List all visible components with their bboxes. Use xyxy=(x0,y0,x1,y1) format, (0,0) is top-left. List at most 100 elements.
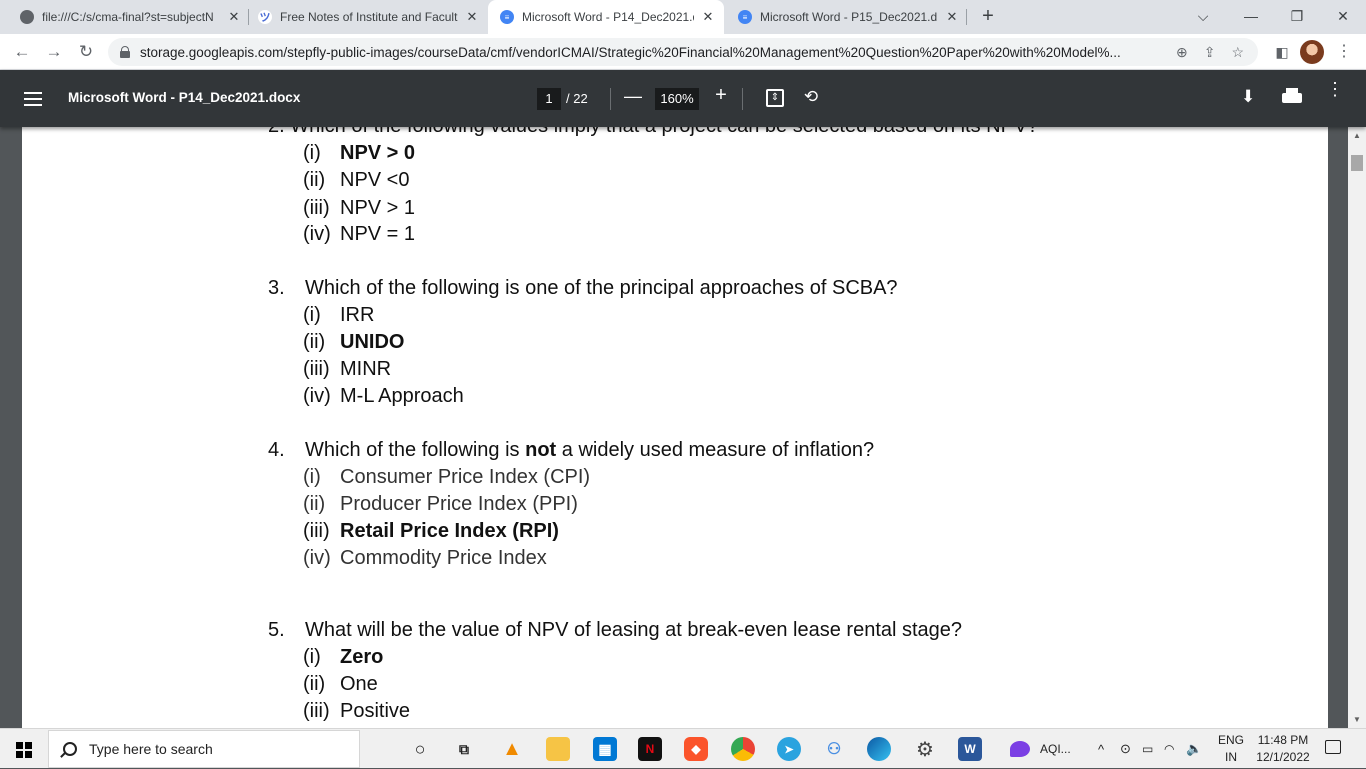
q3-option-1: (i) IRR xyxy=(303,304,374,327)
zoom-in-button[interactable]: + xyxy=(711,84,731,107)
question-text-part: Which of the following is xyxy=(305,439,526,461)
fit-page-icon[interactable]: ⇕ xyxy=(766,89,784,107)
tab-title: file:///C:/s/cma-final?st=subjectN xyxy=(42,10,214,24)
system-clock[interactable]: 11:48 PM 12/1/2022 xyxy=(1248,732,1318,766)
url-text: storage.googleapis.com/stepfly-public-im… xyxy=(140,44,1121,60)
onedrive-icon[interactable]: ⊙ xyxy=(1120,729,1131,769)
profile-avatar[interactable] xyxy=(1300,40,1324,64)
question-3-text: Which of the following is one of the pri… xyxy=(305,277,898,299)
telegram-icon[interactable]: ➤ xyxy=(777,737,801,761)
scrollbar-thumb[interactable] xyxy=(1351,155,1363,171)
option-numeral: (i) xyxy=(303,142,321,164)
option-text: Consumer Price Index (CPI) xyxy=(340,466,591,488)
rotate-icon[interactable]: ⟲ xyxy=(801,87,821,107)
print-icon[interactable] xyxy=(1282,88,1302,104)
page-number-input[interactable]: 1 xyxy=(537,88,561,110)
address-bar[interactable]: storage.googleapis.com/stepfly-public-im… xyxy=(108,38,1258,66)
option-numeral: (ii) xyxy=(303,331,326,353)
q4-option-3: (iii) Retail Price Index (RPI) xyxy=(303,520,559,543)
people-icon[interactable]: ⚇ xyxy=(822,737,846,761)
q4-option-4: (iv) Commodity Price Index xyxy=(303,547,547,570)
file-explorer-icon[interactable] xyxy=(546,737,570,761)
tab-free-notes[interactable]: ツ Free Notes of Institute and Facult ✕ xyxy=(258,0,480,34)
option-text: Retail Price Index (RPI) xyxy=(340,520,559,542)
globe-icon xyxy=(20,10,34,24)
scroll-up-arrow-icon[interactable]: ▲ xyxy=(1353,131,1361,140)
minimize-icon[interactable]: — xyxy=(1228,0,1274,34)
close-tab-icon[interactable]: ✕ xyxy=(700,9,716,25)
chrome-icon[interactable] xyxy=(731,737,755,761)
region-code: IN xyxy=(1225,750,1237,764)
close-tab-icon[interactable]: ✕ xyxy=(226,9,242,25)
tab-divider xyxy=(966,9,967,25)
tab-local-file[interactable]: file:///C:/s/cma-final?st=subjectN ✕ xyxy=(20,0,242,34)
bookmark-star-icon[interactable]: ☆ xyxy=(1231,44,1244,61)
option-text: NPV > 1 xyxy=(340,197,416,219)
option-text: NPV = 1 xyxy=(340,223,416,245)
start-windows-icon[interactable] xyxy=(16,742,32,758)
vertical-scrollbar[interactable]: ▲ ▼ xyxy=(1348,127,1366,728)
cortana-circle-icon[interactable]: ○ xyxy=(408,737,432,761)
option-numeral: (iii) xyxy=(303,358,330,380)
store-icon[interactable]: ▦ xyxy=(593,737,617,761)
battery-icon[interactable]: ▭ xyxy=(1142,729,1153,769)
speaker-icon[interactable]: 🔈 xyxy=(1186,729,1202,769)
new-tab-button[interactable]: + xyxy=(976,4,1000,28)
weather-blob-icon[interactable] xyxy=(1010,741,1030,757)
option-numeral: (iv) xyxy=(303,547,331,569)
share-icon[interactable]: ⇪ xyxy=(1204,44,1216,61)
question-text-emphasis: not xyxy=(525,439,557,461)
task-view-icon[interactable]: ⧉ xyxy=(452,737,476,761)
question-5-number: 5. xyxy=(268,619,285,641)
question-5-text: What will be the value of NPV of leasing… xyxy=(305,619,963,641)
close-tab-icon[interactable]: ✕ xyxy=(464,9,480,25)
option-text: Commodity Price Index xyxy=(340,547,547,569)
option-text: IRR xyxy=(340,304,375,326)
option-text: One xyxy=(340,673,378,695)
reload-icon[interactable]: ↻ xyxy=(72,38,100,66)
netflix-icon[interactable]: N xyxy=(638,737,662,761)
word-icon[interactable]: W xyxy=(958,737,982,761)
search-placeholder: Type here to search xyxy=(89,741,213,757)
brave-icon[interactable]: ◆ xyxy=(684,737,708,761)
download-icon[interactable]: ⬇ xyxy=(1241,87,1255,107)
tab-divider xyxy=(248,9,249,25)
close-tab-icon[interactable]: ✕ xyxy=(944,9,960,25)
tab-p15[interactable]: ≡ Microsoft Word - P15_Dec2021.d ✕ xyxy=(738,0,960,34)
windows-taskbar: Type here to search ○ ⧉ ▲ ▦ N ◆ ➤ ⚇ ⚙ W … xyxy=(0,728,1366,768)
pdf-viewer[interactable]: 2. Which of the following values imply t… xyxy=(0,127,1366,728)
side-panel-icon[interactable]: ◧ xyxy=(1268,38,1296,66)
zoom-lens-icon[interactable]: ⊕ xyxy=(1176,44,1188,61)
settings-gear-icon[interactable]: ⚙ xyxy=(913,737,937,761)
q2-option-1: (i) NPV > 0 xyxy=(303,142,415,165)
more-options-icon[interactable]: ⋮ xyxy=(1326,80,1344,98)
vlc-cone-icon[interactable]: ▲ xyxy=(500,737,524,761)
edge-icon[interactable] xyxy=(867,737,891,761)
option-text: NPV <0 xyxy=(340,169,410,191)
taskbar-search-box[interactable]: Type here to search xyxy=(48,730,360,768)
notification-center-icon[interactable] xyxy=(1325,740,1341,754)
lang-code: ENG xyxy=(1217,733,1244,747)
q4-option-2: (ii) Producer Price Index (PPI) xyxy=(303,493,578,516)
tab-p14-active[interactable]: ≡ Microsoft Word - P14_Dec2021.d ✕ xyxy=(488,0,724,34)
zoom-level-input[interactable]: 160% xyxy=(655,88,699,110)
option-text: M-L Approach xyxy=(340,385,464,407)
weather-text[interactable]: AQI... xyxy=(1040,729,1071,769)
pdf-document-title: Microsoft Word - P14_Dec2021.docx xyxy=(68,90,301,105)
tab-search-chevron-icon[interactable]: ⌵ xyxy=(1180,0,1226,34)
question-4-number: 4. xyxy=(268,439,285,461)
back-arrow-icon[interactable]: ← xyxy=(8,38,36,66)
wifi-icon[interactable]: ◠ xyxy=(1164,729,1174,769)
option-numeral: (iv) xyxy=(303,385,331,407)
tray-chevron-up-icon[interactable]: ^ xyxy=(1098,729,1104,769)
option-numeral: (iii) xyxy=(303,520,330,542)
zoom-out-button[interactable]: — xyxy=(623,86,643,107)
restore-icon[interactable]: ❐ xyxy=(1274,0,1320,34)
browser-menu-icon[interactable]: ⋮ xyxy=(1330,38,1358,66)
forward-arrow-icon[interactable]: → xyxy=(40,38,68,66)
hamburger-menu-icon[interactable] xyxy=(24,92,42,106)
option-numeral: (iii) xyxy=(303,197,330,219)
scroll-down-arrow-icon[interactable]: ▼ xyxy=(1353,715,1361,724)
input-language[interactable]: ENG IN xyxy=(1214,732,1248,766)
window-close-icon[interactable]: ✕ xyxy=(1320,0,1366,34)
